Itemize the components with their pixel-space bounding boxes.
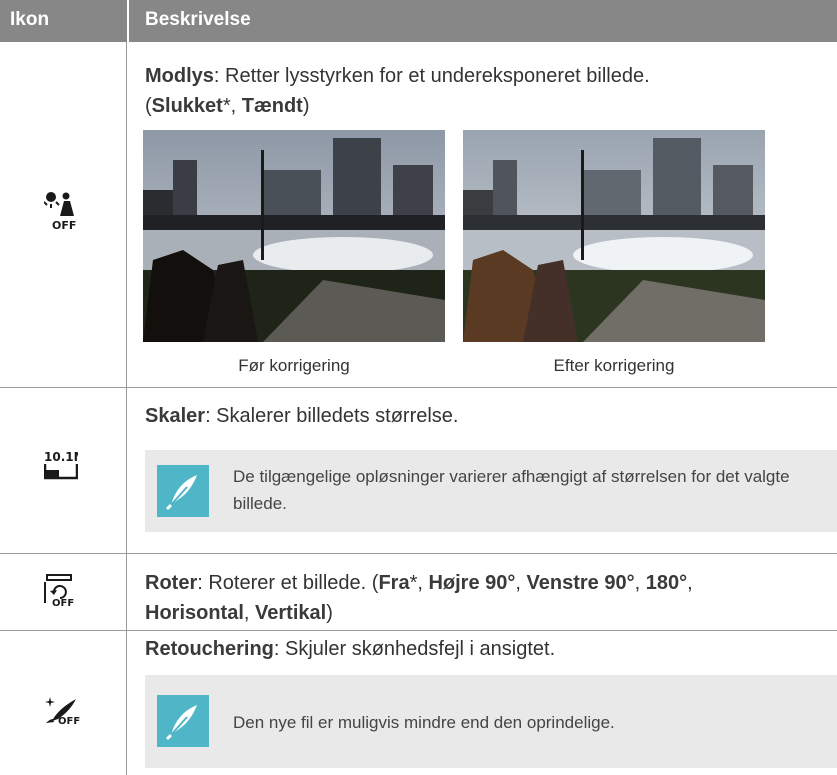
- separator: ,: [687, 572, 693, 594]
- options-close: ): [302, 95, 310, 117]
- svg-text:OFF: OFF: [52, 219, 76, 230]
- caption-after: Efter korrigering: [553, 356, 675, 375]
- caption-before: Før korrigering: [238, 356, 350, 375]
- separator: ,: [515, 572, 527, 594]
- photo-after-correction: [463, 130, 765, 342]
- resize-description: Skaler: Skalerer billedets størrelse.: [145, 401, 825, 431]
- option-right-90: Højre 90°: [428, 572, 516, 594]
- rotate-off-icon: OFF: [44, 574, 74, 607]
- backlight-description: Modlys: Retter lysstyrken for et underek…: [145, 61, 825, 121]
- backlight-desc-text: : Retter lysstyrken for et undereksponer…: [213, 65, 650, 87]
- rotate-desc-text: : Roterer et billede. (: [197, 572, 379, 594]
- option-180: 180°: [645, 572, 688, 594]
- retouch-off-icon: OFF: [45, 697, 80, 725]
- rotate-title: Roter: [145, 572, 198, 594]
- pen-note-icon: [157, 695, 209, 747]
- backlight-off-icon: OFF: [44, 192, 76, 230]
- photo-before-correction: [143, 130, 445, 342]
- separator: ,: [634, 572, 646, 594]
- rotate-description: Roter: Roterer et billede. (Fra*, Højre …: [145, 568, 825, 628]
- separator: ,: [243, 602, 256, 624]
- option-off: Slukket: [151, 95, 223, 117]
- default-mark: *,: [409, 572, 429, 594]
- row-divider: [0, 387, 837, 388]
- option-vertical: Vertikal: [255, 602, 327, 624]
- column-divider: [126, 42, 127, 775]
- option-horizontal: Horisontal: [145, 602, 244, 624]
- backlight-title: Modlys: [145, 65, 214, 87]
- resize-title: Skaler: [145, 405, 206, 427]
- retouch-title: Retouchering: [145, 638, 274, 660]
- header-description-column: Beskrivelse: [145, 9, 251, 30]
- pen-note-icon: [157, 465, 209, 517]
- option-on: Tændt: [241, 95, 303, 117]
- row-divider: [0, 553, 837, 554]
- resize-10m-icon: 10.1M: [44, 450, 78, 480]
- header-divider: [127, 0, 129, 42]
- svg-text:OFF: OFF: [58, 716, 80, 725]
- options-open: (: [145, 95, 152, 117]
- header-icon-column: Ikon: [10, 9, 50, 30]
- option-none: Fra: [378, 572, 410, 594]
- retouch-note: Den nye fil er muligvis mindre end den o…: [145, 675, 837, 768]
- table-header: Ikon Beskrivelse: [0, 0, 837, 42]
- retouch-desc-text: : Skjuler skønhedsfejl i ansigtet.: [273, 638, 556, 660]
- resize-desc-text: : Skalerer billedets størrelse.: [205, 405, 459, 427]
- resize-note-text: De tilgængelige opløsninger varierer afh…: [233, 467, 790, 513]
- retouch-description: Retouchering: Skjuler skønhedsfejl i ans…: [145, 634, 825, 664]
- retouch-note-text: Den nye fil er muligvis mindre end den o…: [233, 713, 615, 732]
- option-left-90: Venstre 90°: [526, 572, 635, 594]
- default-mark: *,: [222, 95, 242, 117]
- resize-note: De tilgængelige opløsninger varierer afh…: [145, 450, 837, 532]
- row-divider: [0, 630, 837, 631]
- svg-text:OFF: OFF: [52, 598, 74, 607]
- svg-text:10.1M: 10.1M: [44, 450, 78, 464]
- options-close: ): [326, 602, 333, 624]
